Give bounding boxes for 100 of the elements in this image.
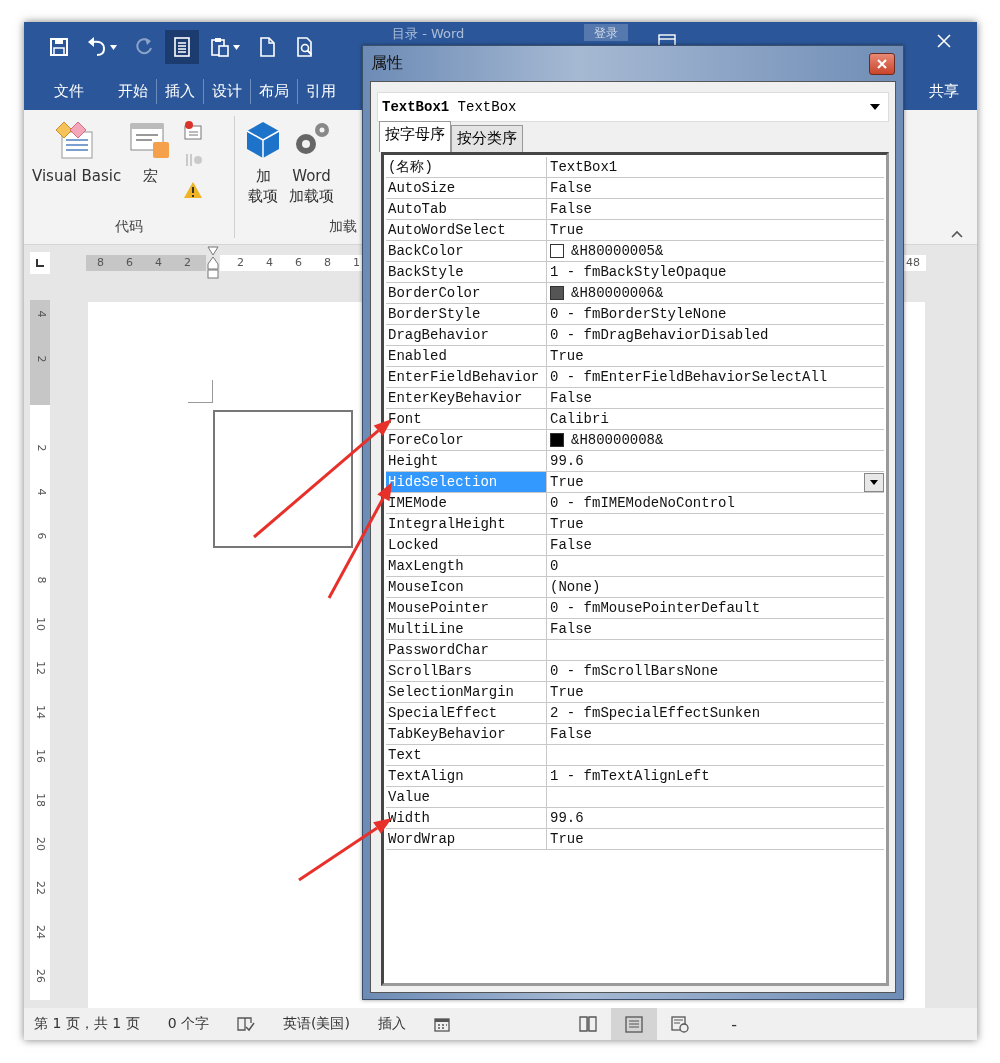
property-value[interactable]: 1 - fmTextAlignLeft: [550, 768, 710, 784]
ribbon-tab[interactable]: 文件: [46, 78, 92, 104]
property-value[interactable]: False: [550, 201, 592, 217]
property-name[interactable]: EnterFieldBehavior: [386, 367, 547, 387]
property-value[interactable]: &H80000008&: [571, 432, 664, 448]
ribbon-tab[interactable]: 开始: [110, 78, 156, 104]
property-name[interactable]: MaxLength: [386, 556, 547, 576]
macro-button[interactable]: 宏: [127, 116, 174, 218]
visual-basic-button[interactable]: Visual Basic: [32, 116, 122, 218]
cube-button[interactable]: 加 载项: [243, 116, 283, 218]
property-value[interactable]: 0 - fmScrollBarsNone: [550, 663, 719, 679]
property-name[interactable]: MultiLine: [386, 619, 547, 639]
close-button[interactable]: [869, 52, 895, 75]
object-dropdown[interactable]: TextBox1 TextBox: [377, 92, 889, 122]
property-name[interactable]: PasswordChar: [386, 640, 547, 660]
collapse-ribbon-button[interactable]: [951, 230, 963, 238]
indent-marker-icon[interactable]: [206, 245, 220, 280]
property-name[interactable]: BorderStyle: [386, 304, 547, 324]
ribbon-tab[interactable]: 布局: [250, 78, 297, 104]
property-value[interactable]: True: [550, 516, 584, 532]
gears-button[interactable]: Word 加载项: [289, 116, 334, 218]
property-value[interactable]: Calibri: [550, 411, 609, 427]
property-name[interactable]: TextAlign: [386, 766, 547, 786]
status-text[interactable]: 英语(美国): [283, 1015, 350, 1033]
property-value[interactable]: 0 - fmMousePointerDefault: [550, 600, 761, 616]
property-value[interactable]: False: [550, 180, 592, 196]
ruler-number: 2: [236, 256, 245, 269]
status-text[interactable]: 插入: [377, 1015, 406, 1033]
property-value[interactable]: (None): [550, 579, 601, 595]
property-value[interactable]: TextBox1: [550, 159, 618, 175]
property-value[interactable]: True: [550, 831, 584, 847]
zoom-out-button[interactable]: -: [731, 1014, 737, 1034]
ruler-number: 2: [33, 355, 48, 363]
property-name[interactable]: AutoWordSelect: [386, 220, 547, 240]
print-layout-button[interactable]: [611, 1008, 658, 1040]
property-name[interactable]: DragBehavior: [386, 325, 547, 345]
property-name[interactable]: AutoTab: [386, 199, 547, 219]
proofing-icon[interactable]: [237, 1016, 255, 1032]
property-name[interactable]: WordWrap: [386, 829, 547, 849]
property-value[interactable]: &H80000005&: [571, 243, 664, 259]
property-value[interactable]: 99.6: [550, 453, 584, 469]
property-name[interactable]: EnterKeyBehavior: [386, 388, 547, 408]
tab[interactable]: 按字母序: [379, 121, 451, 152]
property-name[interactable]: Enabled: [386, 346, 547, 366]
property-value[interactable]: False: [550, 726, 592, 742]
property-value[interactable]: 1 - fmBackStyleOpaque: [550, 264, 727, 280]
property-value[interactable]: True: [550, 348, 584, 364]
property-value[interactable]: True: [550, 474, 584, 490]
ruler-number: 6: [125, 256, 134, 269]
status-text[interactable]: 0 个字: [167, 1015, 209, 1033]
property-value[interactable]: 99.6: [550, 810, 584, 826]
ribbon-tab[interactable]: 设计: [203, 78, 250, 104]
property-value[interactable]: False: [550, 621, 592, 637]
property-value[interactable]: False: [550, 390, 592, 406]
property-value[interactable]: 0 - fmDragBehaviorDisabled: [550, 327, 769, 343]
property-name[interactable]: SelectionMargin: [386, 682, 547, 702]
property-value[interactable]: 0 - fmIMEModeNoControl: [550, 495, 735, 511]
property-name[interactable]: (名称): [386, 157, 547, 177]
property-name[interactable]: TabKeyBehavior: [386, 724, 547, 744]
property-name[interactable]: Locked: [386, 535, 547, 555]
property-value[interactable]: 2 - fmSpecialEffectSunken: [550, 705, 761, 721]
ribbon-tab[interactable]: 引用: [297, 78, 344, 104]
property-name[interactable]: BackStyle: [386, 262, 547, 282]
property-value[interactable]: 0 - fmEnterFieldBehaviorSelectAll: [550, 369, 828, 385]
group-label: 加载: [329, 218, 357, 234]
record-macro-icon: [183, 120, 204, 140]
ruler-number: 24: [33, 925, 48, 939]
property-name[interactable]: AutoSize: [386, 178, 547, 198]
dropdown-button[interactable]: [864, 472, 884, 492]
record-macro-button[interactable]: [183, 120, 204, 140]
property-value[interactable]: 0: [550, 558, 559, 574]
property-value[interactable]: True: [550, 684, 584, 700]
property-name[interactable]: Height: [386, 451, 547, 471]
property-name[interactable]: Text: [386, 745, 547, 765]
warning-button[interactable]: [183, 180, 204, 200]
property-name[interactable]: Value: [386, 787, 547, 807]
property-name[interactable]: BackColor: [386, 241, 547, 261]
property-name[interactable]: MouseIcon: [386, 577, 547, 597]
property-name[interactable]: ForeColor: [386, 430, 547, 450]
property-name[interactable]: ScrollBars: [386, 661, 547, 681]
tab-selector[interactable]: [30, 251, 50, 274]
document-button[interactable]: [165, 30, 199, 64]
tab[interactable]: 按分类序: [451, 125, 523, 152]
paste-icon: [209, 36, 231, 58]
ribbon-tab[interactable]: 插入: [156, 78, 203, 104]
share-button[interactable]: 共享: [929, 81, 959, 101]
property-value[interactable]: &H80000006&: [571, 285, 664, 301]
text-box[interactable]: [213, 410, 353, 548]
status-text[interactable]: 第 1 页，共 1 页: [34, 1015, 140, 1033]
property-value[interactable]: 0 - fmBorderStyleNone: [550, 306, 727, 322]
ruler-number: 4: [154, 256, 163, 269]
document-icon: [171, 36, 193, 58]
property-name[interactable]: IntegralHeight: [386, 514, 547, 534]
property-name[interactable]: SpecialEffect: [386, 703, 547, 723]
property-value[interactable]: False: [550, 537, 592, 553]
property-name[interactable]: BorderColor: [386, 283, 547, 303]
property-value[interactable]: True: [550, 222, 584, 238]
macro-recording-icon[interactable]: [433, 1016, 450, 1032]
ruler-number: 8: [96, 256, 105, 269]
property-name[interactable]: MousePointer: [386, 598, 547, 618]
